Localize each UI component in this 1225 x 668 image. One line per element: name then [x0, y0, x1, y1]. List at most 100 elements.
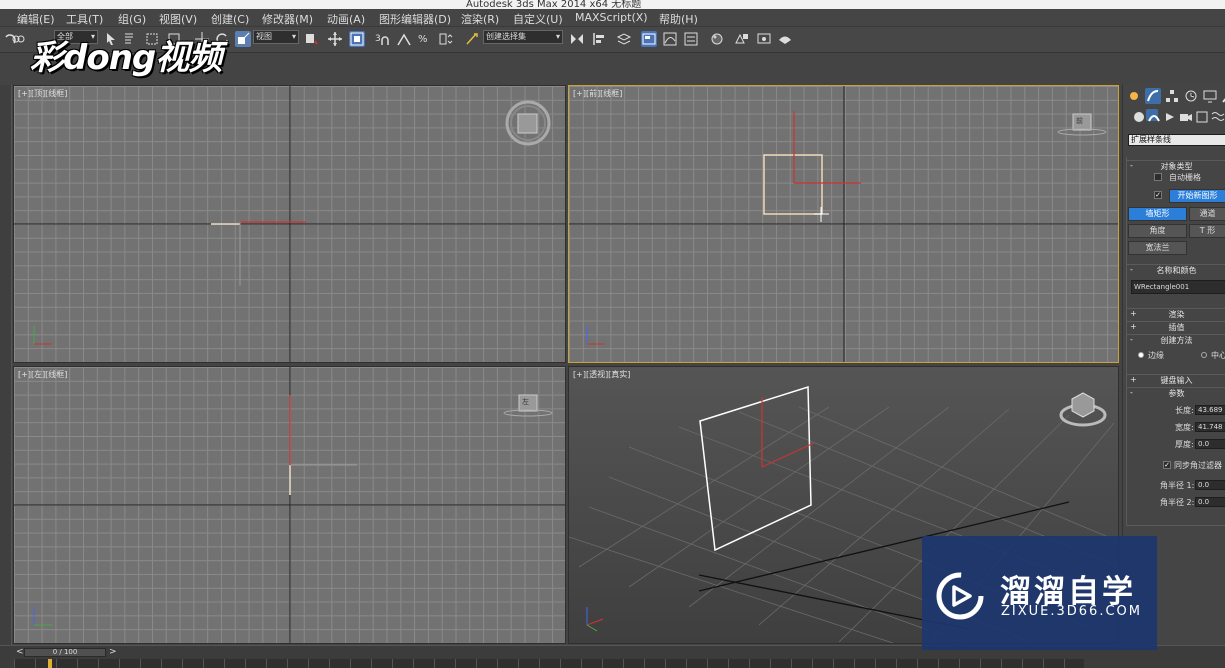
collapse-icon: -	[1130, 161, 1133, 170]
center-label: 中心	[1211, 351, 1225, 360]
percent-snap-icon[interactable]: %	[417, 31, 433, 47]
time-slider[interactable]: 0 / 100	[24, 648, 106, 657]
corner-radius2-field[interactable]: 0.0	[1195, 497, 1225, 507]
tee-button[interactable]: T 形	[1189, 224, 1225, 238]
utilities-tab-icon[interactable]	[1221, 88, 1225, 104]
width-field[interactable]: 41.748	[1195, 422, 1225, 432]
viewcube-face-label: 左	[522, 398, 529, 406]
rollout-parameters[interactable]: - 参数	[1127, 387, 1225, 398]
viewport-top[interactable]: [+][顶][线框]	[13, 85, 566, 363]
track-bar[interactable]	[14, 659, 1084, 668]
material-editor-icon[interactable]	[709, 31, 725, 47]
rollout-title: 插值	[1168, 323, 1185, 332]
corner-radius1-field[interactable]: 0.0	[1195, 480, 1225, 490]
layer-manager-icon[interactable]	[616, 31, 632, 47]
named-selection-set-dropdown[interactable]: 创建选择集 ▾	[483, 30, 563, 44]
expand-icon: +	[1130, 375, 1137, 384]
sync-corner-checkbox[interactable]: ✓	[1163, 461, 1171, 469]
render-setup-icon[interactable]	[734, 31, 750, 47]
svg-text:%: %	[418, 34, 428, 45]
prev-frame-icon[interactable]: <	[16, 647, 24, 657]
menu-maxscript[interactable]: MAXScript(X)	[575, 11, 648, 24]
menu-bar: 编辑(E) 工具(T) 组(G) 视图(V) 创建(C) 修改器(M) 动画(A…	[0, 9, 1225, 27]
snap-value-text: 3	[375, 34, 381, 44]
viewport-left[interactable]: [+][左][线框] 左	[13, 366, 566, 644]
start-new-shape-button[interactable]: 开始新图形	[1169, 189, 1225, 203]
category-dropdown[interactable]: 扩展样条线	[1128, 134, 1225, 146]
motion-tab-icon[interactable]	[1183, 88, 1199, 104]
keyboard-shortcut-override-icon[interactable]	[349, 31, 365, 47]
rollout-title: 创建方法	[1160, 336, 1193, 345]
object-name-field[interactable]: WRectangle001	[1131, 280, 1225, 294]
curve-editor-icon[interactable]	[662, 31, 678, 47]
start-new-shape-checkbox[interactable]: ✓	[1154, 191, 1162, 199]
snaps-toggle-icon[interactable]: 3	[374, 31, 390, 47]
thickness-field[interactable]: 0.0	[1195, 439, 1225, 449]
menu-animation[interactable]: 动画(A)	[327, 11, 365, 27]
next-frame-icon[interactable]: >	[109, 647, 117, 657]
rollout-title: 对象类型	[1160, 162, 1193, 171]
reference-coordinate-dropdown[interactable]: 视图 ▾	[253, 30, 299, 44]
viewport-left-strip	[0, 85, 12, 645]
menu-help[interactable]: 帮助(H)	[659, 11, 698, 27]
modify-tab-icon[interactable]	[1145, 88, 1161, 104]
schematic-view-icon[interactable]	[683, 31, 699, 47]
menu-edit[interactable]: 编辑(E)	[17, 11, 55, 27]
display-tab-icon[interactable]	[1202, 88, 1218, 104]
lights-icon[interactable]	[1162, 109, 1174, 121]
sync-corner-label: 同步角过滤器	[1174, 461, 1222, 470]
angle-snap-icon[interactable]	[396, 31, 412, 47]
manipulate-icon[interactable]	[327, 31, 343, 47]
play-logo-icon	[936, 572, 984, 620]
menu-create[interactable]: 创建(C)	[211, 11, 249, 27]
chevron-down-icon: ▾	[291, 32, 296, 41]
spinner-snap-icon[interactable]	[438, 31, 454, 47]
shapes-icon[interactable]	[1146, 109, 1160, 122]
menu-tools[interactable]: 工具(T)	[66, 11, 103, 27]
named-selection-placeholder: 创建选择集	[486, 32, 526, 41]
pivot-center-icon[interactable]	[303, 31, 319, 47]
channel-button[interactable]: 通道	[1189, 207, 1225, 221]
menu-views[interactable]: 视图(V)	[159, 11, 197, 27]
edit-named-selection-icon[interactable]	[464, 31, 480, 47]
category-value: 扩展样条线	[1131, 135, 1171, 144]
autogrid-checkbox[interactable]	[1154, 173, 1162, 181]
hierarchy-tab-icon[interactable]	[1164, 88, 1180, 104]
menu-customize[interactable]: 自定义(U)	[513, 11, 563, 27]
rollout-interpolation[interactable]: + 插值	[1127, 321, 1225, 332]
menu-group[interactable]: 组(G)	[118, 11, 146, 27]
viewport-front[interactable]: [+][前][线框] 前	[568, 85, 1119, 363]
select-scale-icon[interactable]	[235, 31, 251, 47]
rendered-frame-icon[interactable]	[756, 31, 772, 47]
mirror-icon[interactable]	[569, 31, 585, 47]
align-icon[interactable]	[591, 31, 607, 47]
create-tab-icon[interactable]	[1126, 88, 1142, 104]
menu-rendering[interactable]: 渲染(R)	[461, 11, 499, 27]
angle-button[interactable]: 角度	[1128, 224, 1187, 238]
center-radio[interactable]	[1201, 352, 1207, 358]
wrectangle-button[interactable]: 墙矩形	[1128, 207, 1187, 221]
select-link-icon[interactable]	[10, 31, 26, 47]
render-production-icon[interactable]	[777, 31, 793, 47]
rollout-title: 参数	[1168, 389, 1185, 398]
length-field[interactable]: 43.689	[1195, 405, 1225, 415]
rollout-keyboard-entry[interactable]: + 键盘输入	[1127, 374, 1225, 385]
wide-flange-button[interactable]: 宽法兰	[1128, 241, 1187, 255]
title-bar: Autodesk 3ds Max 2014 x64 无标题	[0, 0, 1225, 9]
chevron-down-icon: ▾	[555, 32, 560, 41]
rollout-rendering[interactable]: + 渲染	[1127, 308, 1225, 319]
corner-radius1-label: 角半径 1:	[1160, 481, 1195, 490]
cameras-icon[interactable]	[1178, 109, 1192, 121]
helpers-icon[interactable]	[1194, 109, 1208, 123]
edge-radio[interactable]	[1138, 352, 1144, 358]
rollout-creation-method[interactable]: - 创建方法	[1127, 334, 1225, 345]
viewcube-face-label: 前	[1076, 117, 1083, 125]
space-warps-icon[interactable]	[1210, 109, 1225, 121]
menu-modifiers[interactable]: 修改器(M)	[262, 11, 313, 27]
menu-graph-editors[interactable]: 图形编辑器(D)	[379, 11, 451, 27]
geometry-icon[interactable]	[1131, 109, 1144, 122]
graphite-ribbon-icon[interactable]	[641, 31, 657, 47]
rollout-name-color[interactable]: - 名称和颜色	[1127, 264, 1225, 275]
rollout-object-type[interactable]: - 对象类型	[1127, 160, 1225, 171]
time-marker[interactable]	[48, 659, 52, 668]
